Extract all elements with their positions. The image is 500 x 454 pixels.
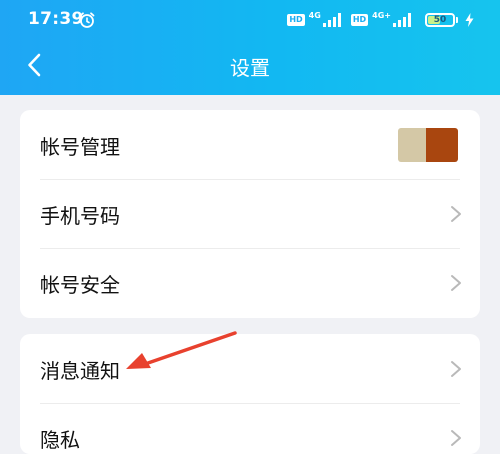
settings-item-label: 帐号安全 <box>40 273 120 297</box>
avatar <box>398 128 458 162</box>
settings-group-account: 帐号管理 手机号码 帐号安全 <box>20 110 480 318</box>
hd-badge-2: HD <box>350 14 369 26</box>
battery-tip <box>456 17 458 23</box>
charging-bolt-icon <box>465 13 474 27</box>
chevron-right-icon <box>451 430 461 446</box>
avatar-left-segment <box>398 128 426 162</box>
header: 17:39 HD 4G HD 4G+ 50 设置 <box>0 0 500 95</box>
settings-item-label: 帐号管理 <box>40 135 120 159</box>
status-bar: 17:39 HD 4G HD 4G+ 50 <box>0 0 500 40</box>
hd-badge: HD <box>287 14 305 26</box>
battery-icon: 50 <box>425 13 455 27</box>
avatar-right-segment <box>426 128 458 162</box>
settings-item-label: 消息通知 <box>40 359 120 383</box>
page-title: 设置 <box>230 56 270 80</box>
battery-level: 50 <box>433 15 447 25</box>
alarm-clock-icon <box>79 12 95 28</box>
navigation-bar: 设置 <box>0 40 500 90</box>
settings-item-phone-number[interactable]: 手机号码 <box>20 179 480 248</box>
chevron-right-icon <box>451 361 461 377</box>
network-type-label-2: 4G+ <box>372 11 391 20</box>
settings-item-label: 手机号码 <box>40 204 120 228</box>
network-type-label: 4G <box>308 11 321 20</box>
chevron-right-icon <box>451 206 461 222</box>
status-indicators: HD 4G HD 4G+ 50 <box>287 10 474 30</box>
settings-item-message-notifications[interactable]: 消息通知 <box>20 334 480 403</box>
signal-strength-icon-2 <box>393 13 411 27</box>
settings-group-notifications: 消息通知 隐私 <box>20 334 480 454</box>
settings-item-label: 隐私 <box>40 428 80 452</box>
chevron-right-icon <box>451 275 461 291</box>
settings-item-account-management[interactable]: 帐号管理 <box>20 110 480 179</box>
settings-item-privacy[interactable]: 隐私 <box>20 403 480 454</box>
status-time: 17:39 <box>28 9 84 29</box>
signal-strength-icon <box>322 13 341 27</box>
settings-item-account-security[interactable]: 帐号安全 <box>20 248 480 317</box>
